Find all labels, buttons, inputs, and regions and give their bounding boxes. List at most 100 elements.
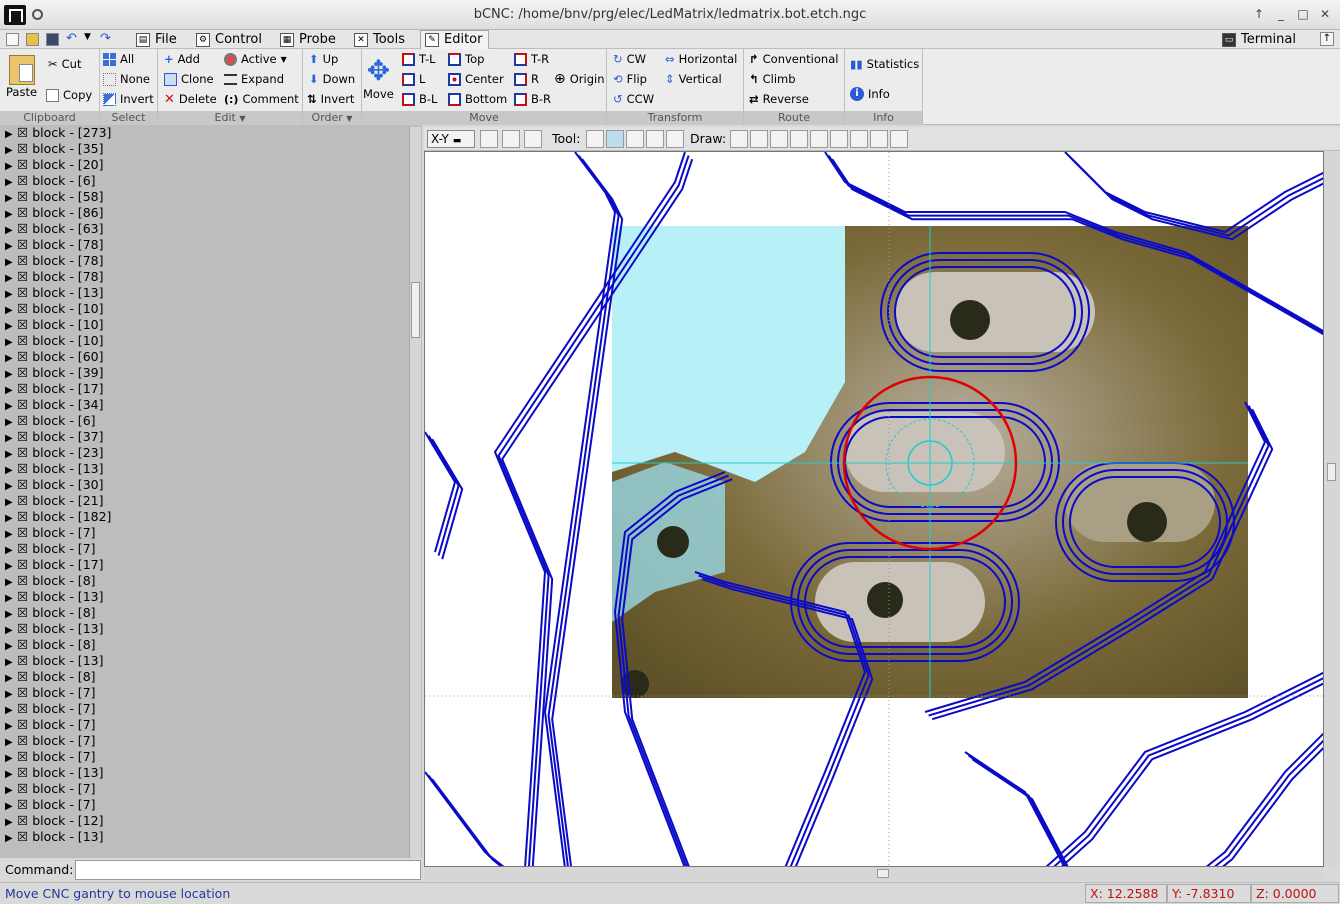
move-origin-button[interactable]: ⊕ Origin xyxy=(554,70,605,88)
block-row[interactable]: ▶ ☒ block - [7] xyxy=(0,749,408,765)
block-row[interactable]: ▶ ☒ block - [7] xyxy=(0,685,408,701)
redo-icon[interactable]: ↷ xyxy=(100,31,111,46)
block-enabled-checkbox-icon[interactable]: ☒ xyxy=(17,653,32,668)
block-enabled-checkbox-icon[interactable]: ☒ xyxy=(17,477,32,492)
move-bottom-button[interactable]: Bottom xyxy=(448,90,507,108)
block-row[interactable]: ▶ ☒ block - [78] xyxy=(0,253,408,269)
tab-probe[interactable]: ▦ Probe xyxy=(276,30,342,49)
add-button[interactable]: + Add xyxy=(164,50,200,68)
block-enabled-checkbox-icon[interactable]: ☒ xyxy=(17,717,32,732)
block-row[interactable]: ▶ ☒ block - [10] xyxy=(0,301,408,317)
tab-tools[interactable]: ✕ Tools xyxy=(350,30,411,49)
expand-triangle-icon[interactable]: ▶ xyxy=(5,831,17,847)
block-enabled-checkbox-icon[interactable]: ☒ xyxy=(17,685,32,700)
block-enabled-checkbox-icon[interactable]: ☒ xyxy=(17,813,32,828)
move-button[interactable]: ✥ Move xyxy=(363,55,394,102)
move-r-button[interactable]: R xyxy=(514,70,539,88)
block-row[interactable]: ▶ ☒ block - [7] xyxy=(0,541,408,557)
probe-toggle-icon[interactable] xyxy=(790,130,808,148)
block-row[interactable]: ▶ ☒ block - [7] xyxy=(0,701,408,717)
block-row[interactable]: ▶ ☒ block - [60] xyxy=(0,349,408,365)
command-input[interactable] xyxy=(75,860,421,880)
flip-button[interactable]: ⟲ Flip xyxy=(613,70,647,88)
edit-group-label[interactable]: Edit ▼ xyxy=(158,111,302,125)
block-enabled-checkbox-icon[interactable]: ☒ xyxy=(17,541,32,556)
block-enabled-checkbox-icon[interactable]: ☒ xyxy=(17,301,32,316)
block-row[interactable]: ▶ ☒ block - [58] xyxy=(0,189,408,205)
block-enabled-checkbox-icon[interactable]: ☒ xyxy=(17,669,32,684)
canvas-drawing[interactable] xyxy=(425,152,1324,867)
block-enabled-checkbox-icon[interactable]: ☒ xyxy=(17,797,32,812)
select-none-button[interactable]: None xyxy=(103,70,150,88)
climb-button[interactable]: ↰ Climb xyxy=(749,70,796,88)
block-row[interactable]: ▶ ☒ block - [12] xyxy=(0,813,408,829)
rotate-cw-button[interactable]: ↻ CW xyxy=(613,50,646,68)
block-enabled-checkbox-icon[interactable]: ☒ xyxy=(17,573,32,588)
block-row[interactable]: ▶ ☒ block - [86] xyxy=(0,205,408,221)
block-row[interactable]: ▶ ☒ block - [78] xyxy=(0,237,408,253)
block-row[interactable]: ▶ ☒ block - [10] xyxy=(0,317,408,333)
block-row[interactable]: ▶ ☒ block - [21] xyxy=(0,493,408,509)
mirror-horizontal-button[interactable]: ⇔ Horizontal xyxy=(665,50,737,68)
save-file-icon[interactable] xyxy=(46,33,59,46)
block-enabled-checkbox-icon[interactable]: ☒ xyxy=(17,829,32,844)
block-enabled-checkbox-icon[interactable]: ☒ xyxy=(17,733,32,748)
move-down-button[interactable]: ⬇ Down xyxy=(309,70,355,88)
block-enabled-checkbox-icon[interactable]: ☒ xyxy=(17,269,32,284)
block-enabled-checkbox-icon[interactable]: ☒ xyxy=(17,461,32,476)
camera-view-icon[interactable] xyxy=(870,130,888,148)
block-row[interactable]: ▶ ☒ block - [13] xyxy=(0,829,408,845)
block-enabled-checkbox-icon[interactable]: ☒ xyxy=(17,125,32,140)
block-enabled-checkbox-icon[interactable]: ☒ xyxy=(17,157,32,172)
block-row[interactable]: ▶ ☒ block - [182] xyxy=(0,509,408,525)
block-row[interactable]: ▶ ☒ block - [17] xyxy=(0,381,408,397)
select-invert-button[interactable]: Invert xyxy=(103,90,154,108)
undo-icon[interactable]: ↶ xyxy=(66,31,77,46)
block-enabled-checkbox-icon[interactable]: ☒ xyxy=(17,237,32,252)
block-row[interactable]: ▶ ☒ block - [23] xyxy=(0,445,408,461)
move-br-button[interactable]: B-R xyxy=(514,90,551,108)
order-invert-button[interactable]: ⇅ Invert xyxy=(307,90,354,108)
margins-toggle-icon[interactable] xyxy=(770,130,788,148)
block-row[interactable]: ▶ ☒ block - [78] xyxy=(0,269,408,285)
block-row[interactable]: ▶ ☒ block - [7] xyxy=(0,797,408,813)
move-tl-button[interactable]: T-L xyxy=(402,50,436,68)
order-group-label[interactable]: Order ▼ xyxy=(303,111,361,125)
conventional-button[interactable]: ↱ Conventional xyxy=(749,50,838,68)
delete-button[interactable]: ✕ Delete xyxy=(164,90,217,108)
block-enabled-checkbox-icon[interactable]: ☒ xyxy=(17,397,32,412)
block-row[interactable]: ▶ ☒ block - [13] xyxy=(0,461,408,477)
block-row[interactable]: ▶ ☒ block - [8] xyxy=(0,669,408,685)
block-row[interactable]: ▶ ☒ block - [39] xyxy=(0,365,408,381)
block-enabled-checkbox-icon[interactable]: ☒ xyxy=(17,173,32,188)
grid-toggle-icon[interactable] xyxy=(750,130,768,148)
maximize-icon[interactable]: □ xyxy=(1294,7,1312,21)
tab-file[interactable]: ▤ File xyxy=(132,30,183,49)
block-row[interactable]: ▶ ☒ block - [13] xyxy=(0,621,408,637)
block-enabled-checkbox-icon[interactable]: ☒ xyxy=(17,589,32,604)
block-row[interactable]: ▶ ☒ block - [7] xyxy=(0,717,408,733)
canvas-vscroll-thumb[interactable] xyxy=(1327,463,1336,481)
block-enabled-checkbox-icon[interactable]: ☒ xyxy=(17,509,32,524)
new-file-icon[interactable] xyxy=(6,33,19,46)
gantry-tool-icon[interactable] xyxy=(646,130,664,148)
block-enabled-checkbox-icon[interactable]: ☒ xyxy=(17,429,32,444)
collapse-ribbon-icon[interactable]: ↑ xyxy=(1320,32,1334,46)
minimize-icon[interactable]: _ xyxy=(1272,7,1290,21)
zoom-fit-icon[interactable] xyxy=(524,130,542,148)
move-up-button[interactable]: ⬆ Up xyxy=(309,50,338,68)
block-row[interactable]: ▶ ☒ block - [37] xyxy=(0,429,408,445)
cut-button[interactable]: ✂ Cut xyxy=(48,55,81,73)
comment-button[interactable]: (:) Comment xyxy=(224,90,299,108)
block-row[interactable]: ▶ ☒ block - [6] xyxy=(0,173,408,189)
block-list-scroll-thumb[interactable] xyxy=(411,282,420,338)
block-row[interactable]: ▶ ☒ block - [7] xyxy=(0,781,408,797)
reverse-button[interactable]: ⇄ Reverse xyxy=(749,90,809,108)
axes-toggle-icon[interactable] xyxy=(730,130,748,148)
paths-toggle-icon[interactable] xyxy=(850,130,868,148)
block-row[interactable]: ▶ ☒ block - [8] xyxy=(0,605,408,621)
gcode-canvas[interactable] xyxy=(424,151,1324,867)
pan-tool-icon[interactable] xyxy=(606,130,624,148)
copy-button[interactable]: Copy xyxy=(46,86,92,104)
paste-button[interactable]: Paste xyxy=(6,55,37,99)
